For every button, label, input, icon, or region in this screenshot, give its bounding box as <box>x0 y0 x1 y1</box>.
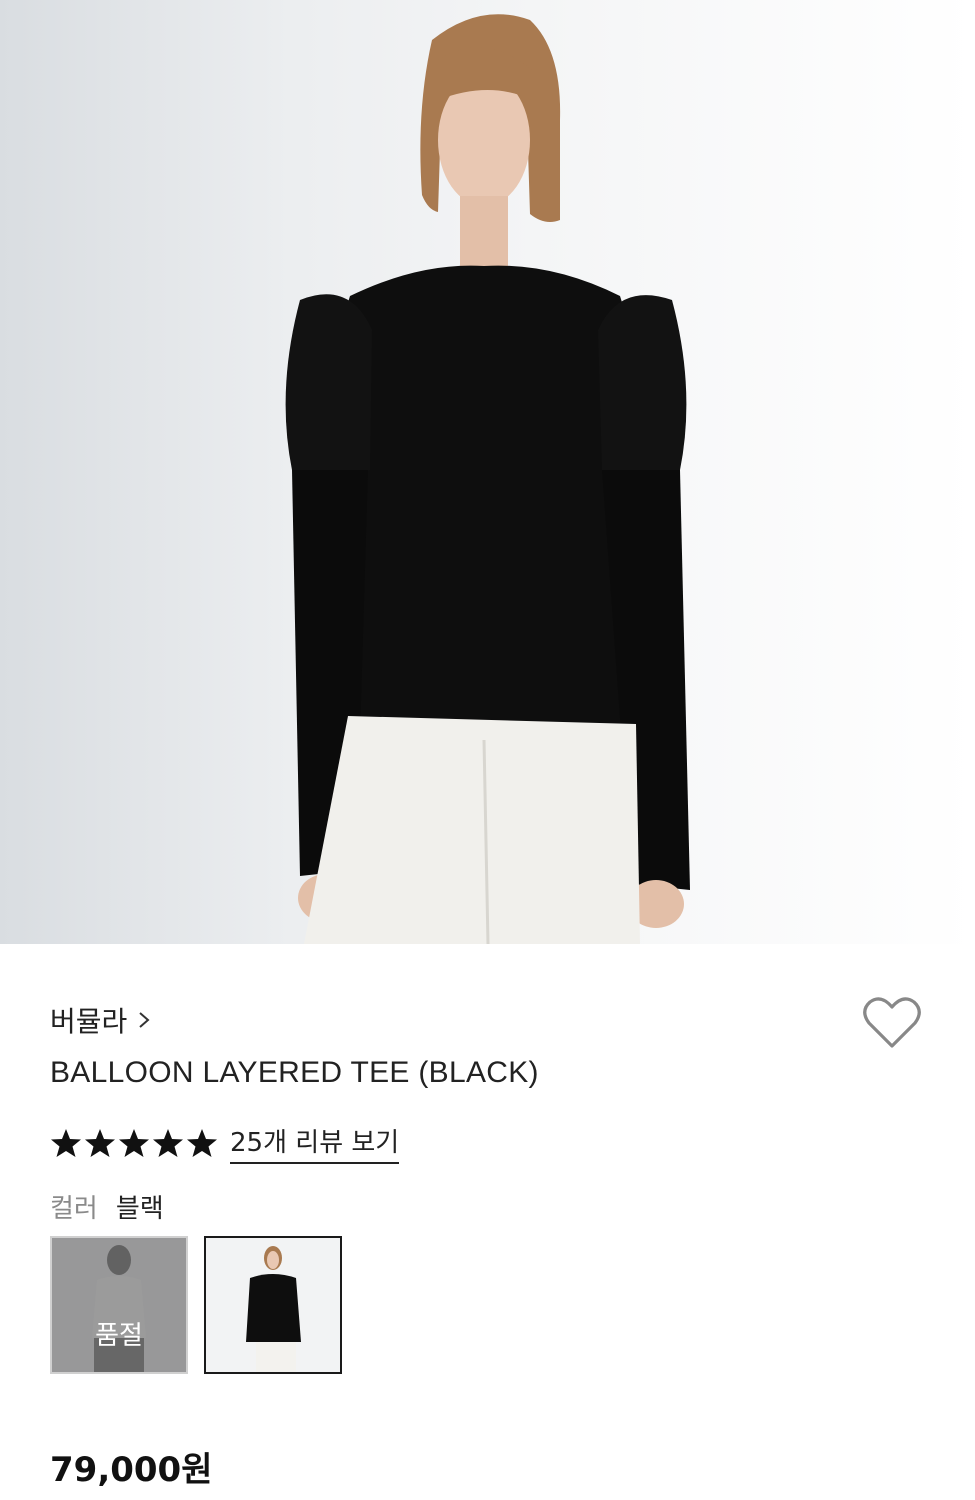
star-filled-icon <box>187 1129 217 1157</box>
brand-name: 버뮬라 <box>50 1005 128 1038</box>
star-filled-icon <box>51 1129 81 1157</box>
swatch-black-variant[interactable] <box>204 1236 342 1374</box>
brand-link[interactable]: 버뮬라 <box>50 1000 151 1040</box>
star-filled-icon <box>119 1129 149 1157</box>
swatch-thumbnail <box>206 1238 340 1372</box>
product-detail-page: 버뮬라 BALLOON LAYERED TEE (BLACK) 25개 리뷰 보… <box>0 0 975 1500</box>
rating-row: 25개 리뷰 보기 <box>50 1122 400 1164</box>
heart-outline-icon[interactable] <box>862 996 922 1050</box>
product-main-image[interactable] <box>0 0 975 944</box>
color-value: 블랙 <box>115 1194 164 1224</box>
color-label: 컬러 <box>50 1194 98 1224</box>
soldout-label: 품절 <box>95 1320 143 1351</box>
model-photo <box>285 14 690 944</box>
product-price: 79,000원 <box>50 1450 213 1490</box>
chevron-right-icon <box>139 1012 150 1028</box>
star-filled-icon <box>85 1129 115 1157</box>
star-rating <box>50 1127 218 1159</box>
product-info-section: 버뮬라 BALLOON LAYERED TEE (BLACK) 25개 리뷰 보… <box>0 944 975 1500</box>
star-filled-icon <box>153 1129 183 1157</box>
review-link[interactable]: 25개 리뷰 보기 <box>230 1122 400 1164</box>
color-row: 컬러 블랙 <box>50 1188 164 1225</box>
soldout-overlay: 품절 <box>52 1238 186 1372</box>
product-title: BALLOON LAYERED TEE (BLACK) <box>50 1056 539 1089</box>
color-swatches: 품절 <box>50 1236 342 1374</box>
swatch-white-variant[interactable]: 품절 <box>50 1236 188 1374</box>
